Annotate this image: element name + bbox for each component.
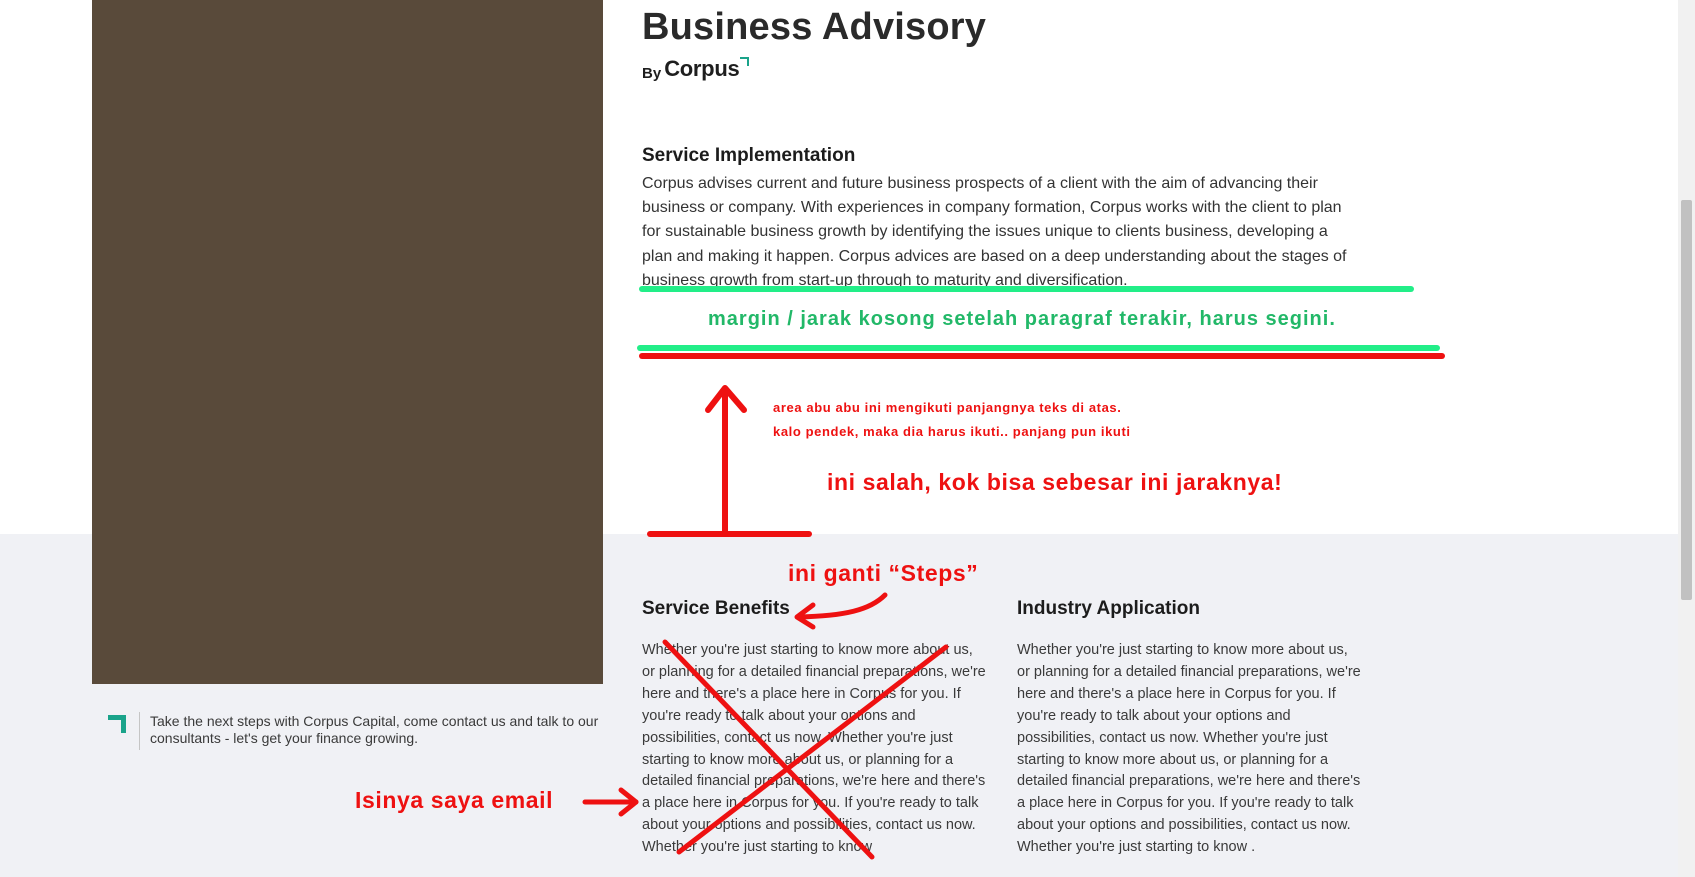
hero-image: [92, 0, 603, 684]
annotation-up-arrow-head: [705, 385, 747, 413]
implementation-heading: Service Implementation: [642, 145, 856, 166]
annotation-replace-steps: ini ganti “Steps”: [788, 560, 979, 586]
annotation-gray-area-line1: area abu abu ini mengikuti panjangnya te…: [773, 400, 1122, 415]
byline: By Corpus: [642, 56, 750, 82]
cta-text[interactable]: Take the next steps with Corpus Capital,…: [150, 713, 600, 746]
page-title: Business Advisory: [642, 6, 987, 48]
byline-by: By: [642, 65, 662, 82]
industry-paragraph: Whether you're just starting to know mor…: [1017, 642, 1361, 856]
corpus-logo[interactable]: Corpus: [664, 56, 740, 82]
benefits-heading: Service Benefits: [642, 598, 790, 619]
corner-bracket-icon: [108, 715, 126, 733]
corpus-logo-mark-icon: [740, 57, 750, 66]
benefits-paragraph: Whether you're just starting to know mor…: [642, 642, 986, 856]
industry-heading: Industry Application: [1017, 598, 1200, 619]
scrollbar-thumb[interactable]: [1681, 200, 1692, 600]
cta-divider: [139, 712, 140, 750]
annotation-email-note: Isinya saya email: [355, 787, 554, 813]
implementation-paragraph: Corpus advises current and future busine…: [642, 175, 1347, 289]
annotation-wrong-gap: ini salah, kok bisa sebesar ini jaraknya…: [827, 469, 1283, 495]
annotation-margin-note: margin / jarak kosong setelah paragraf t…: [708, 308, 1336, 330]
annotation-gray-area-line2: kalo pendek, maka dia harus ikuti.. panj…: [773, 424, 1131, 439]
